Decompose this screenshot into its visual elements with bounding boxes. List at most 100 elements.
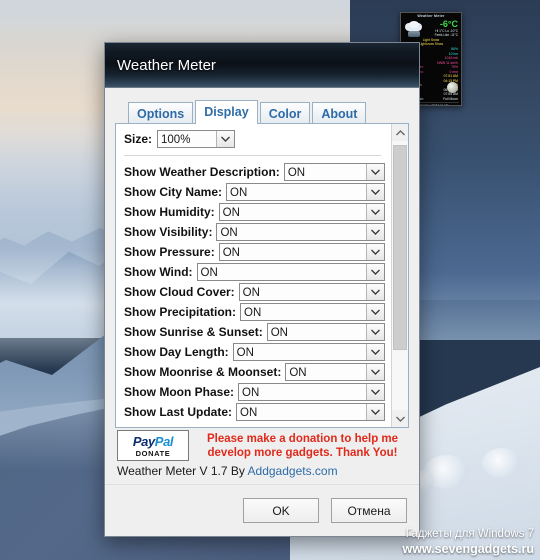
chevron-down-icon[interactable] [366,204,384,221]
option-value: ON [197,264,366,281]
watermark-line1: Гаджеты для Windows 7 [405,528,534,541]
gadget-title: Weather Meter [417,14,445,18]
tab-display[interactable]: Display [195,100,258,125]
option-row-moon-phase: Show Moon Phase: ON [124,383,391,402]
chevron-down-icon[interactable] [366,364,384,381]
paypal-logo-pay: Pay [132,433,155,449]
option-dropdown[interactable]: ON [285,363,385,382]
option-label: Show Cloud Cover: [124,285,235,300]
version-text: Weather Meter V 1.7 By [117,464,248,479]
option-dropdown[interactable]: ON [238,283,385,302]
chevron-down-icon[interactable] [366,244,384,261]
chevron-down-icon[interactable] [366,184,384,201]
donation-message-line1: Please make a donation to help me [206,432,399,445]
option-row-pressure: Show Pressure: ON [124,243,391,262]
option-label: Show Weather Description: [124,165,280,180]
chevron-down-icon[interactable] [366,164,384,181]
option-dropdown[interactable]: ON [236,403,385,422]
option-label: Show Moon Phase: [124,385,235,400]
paypal-donate-label: DONATE [135,448,171,458]
option-row-last-update: Show Last Update: ON [124,403,391,422]
tab-color[interactable]: Color [259,102,311,126]
chevron-down-icon[interactable] [366,324,384,341]
paypal-logo: PayPal [132,433,174,449]
option-label: Show Visibility: [124,225,213,240]
tab-options[interactable]: Options [128,102,194,126]
chevron-down-icon[interactable] [366,224,384,241]
option-dropdown[interactable]: ON [216,223,385,242]
option-dropdown[interactable]: ON [218,203,385,222]
snow-cloud-icon [403,20,425,38]
option-row-visibility: Show Visibility: ON [124,223,391,242]
option-dropdown[interactable]: ON [226,183,385,202]
option-dropdown[interactable]: ON [283,163,385,182]
option-label: Show Precipitation: [124,305,237,320]
paypal-donate-button[interactable]: PayPal DONATE [117,430,189,462]
options-list: Size: 100% Show Weather Description: ON [116,124,391,427]
paypal-logo-pal: Pal [154,433,174,449]
option-dropdown[interactable]: ON [266,323,385,342]
ok-button[interactable]: OK [243,498,319,523]
settings-dialog: Weather Meter Options Display Color Abou… [104,42,420,537]
option-row-wind: Show Wind: ON [124,263,391,282]
cancel-button[interactable]: Отмена [331,498,407,523]
option-value: ON [241,304,366,321]
vertical-scrollbar[interactable] [391,124,408,428]
section-divider [124,155,381,157]
option-row-sunrise-sunset: Show Sunrise & Sunset: ON [124,323,391,342]
scroll-down-button[interactable] [392,410,408,428]
option-row-cloud-cover: Show Cloud Cover: ON [124,283,391,302]
option-label: Show Humidity: [124,205,215,220]
site-watermark: Гаджеты для Windows 7 www.sevengadgets.r… [402,528,534,556]
display-tab-panel: Size: 100% Show Weather Description: ON [115,123,409,429]
moon-phase-icon [447,82,458,93]
chevron-down-icon[interactable] [216,131,235,148]
option-row-city-name: Show City Name: ON [124,183,391,202]
option-row-weather-description: Show Weather Description: ON [124,163,391,182]
option-label: Show Pressure: [124,245,215,260]
option-value: ON [219,204,366,221]
option-value: ON [239,284,366,301]
option-dropdown[interactable]: ON [196,263,385,282]
option-value: ON [219,244,366,261]
chevron-down-icon[interactable] [366,284,384,301]
dialog-titlebar[interactable]: Weather Meter [105,43,419,88]
option-row-humidity: Show Humidity: ON [124,203,391,222]
chevron-down-icon[interactable] [366,384,384,401]
gadget-row-value: Full Moon [443,96,458,101]
option-value: ON [237,404,366,421]
option-dropdown[interactable]: ON [238,383,385,402]
dialog-body: Options Display Color About Size: 100% S… [105,88,419,484]
option-dropdown[interactable]: ON [232,343,385,362]
option-value: ON [227,184,366,201]
option-value: ON [217,224,366,241]
option-value: ON [267,324,366,341]
option-label: Show Moonrise & Moonset: [124,365,282,380]
chevron-down-icon[interactable] [366,344,384,361]
size-row: Size: 100% [124,130,391,149]
chevron-down-icon[interactable] [366,264,384,281]
size-value: 100% [158,131,217,148]
dialog-title: Weather Meter [117,56,216,74]
tab-about[interactable]: About [312,102,367,126]
option-row-day-length: Show Day Length: ON [124,343,391,362]
addgadgets-link[interactable]: Addgadgets.com [248,464,338,478]
option-label: Show Day Length: [124,345,229,360]
option-label: Show Wind: [124,265,193,280]
option-row-precipitation: Show Precipitation: ON [124,303,391,322]
option-value: ON [233,344,366,361]
donation-message-line2: develop more gadgets. Thank You! [207,446,398,459]
option-value: ON [239,384,366,401]
donation-section: PayPal DONATE Please make a donation to … [115,428,409,479]
scroll-up-button[interactable] [392,124,408,142]
gadget-current-conditions: -6°C Hi 1°C Lo -10°C Feels Like -11°C [403,20,459,38]
option-value: ON [284,164,366,181]
chevron-down-icon[interactable] [366,404,384,421]
dialog-footer: OK Отмена [105,484,419,536]
chevron-down-icon[interactable] [366,304,384,321]
option-dropdown[interactable]: ON [218,243,385,262]
scrollbar-thumb[interactable] [393,145,407,351]
scrollbar-track[interactable] [392,141,408,411]
option-dropdown[interactable]: ON [240,303,385,322]
size-dropdown[interactable]: 100% [157,130,236,149]
